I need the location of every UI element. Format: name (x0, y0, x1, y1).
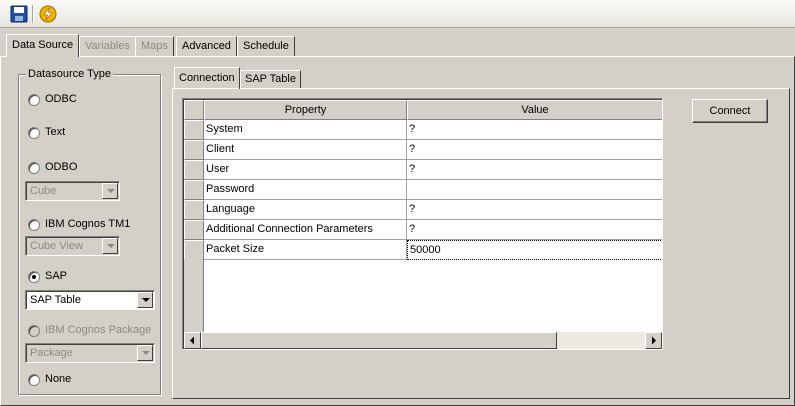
radio-tm1[interactable] (28, 219, 40, 231)
sap-combo[interactable]: SAP Table (25, 290, 155, 310)
chevron-down-icon[interactable] (102, 238, 118, 254)
value-cell-selected[interactable]: 50000 (407, 240, 662, 260)
value-cell[interactable]: ? (407, 160, 662, 180)
header-property[interactable]: Property (204, 100, 407, 120)
lightning-icon[interactable] (38, 4, 58, 24)
sap-combo-value: SAP Table (30, 294, 81, 306)
radio-sap[interactable] (28, 271, 40, 283)
row-header[interactable] (184, 240, 204, 260)
value-cell[interactable]: ? (407, 200, 662, 220)
header-value[interactable]: Value (407, 100, 662, 120)
label-tm1: IBM Cognos TM1 (45, 218, 131, 230)
radio-odbc[interactable] (28, 94, 40, 106)
value-cell[interactable] (407, 180, 662, 200)
arrow-right-icon (652, 336, 656, 345)
label-text: Text (45, 126, 66, 138)
package-combo-value: Package (30, 347, 73, 359)
scroll-left-button[interactable] (184, 332, 201, 349)
tab-variables[interactable]: Variables (79, 36, 137, 56)
chevron-down-icon[interactable] (137, 345, 153, 361)
horizontal-scrollbar[interactable] (184, 332, 662, 349)
label-sap: SAP (45, 270, 68, 282)
package-combo[interactable]: Package (25, 343, 155, 363)
datasource-type-title: Datasource Type (26, 68, 113, 80)
save-icon[interactable] (9, 4, 29, 24)
value-cell[interactable]: ? (407, 140, 662, 160)
label-none: None (45, 373, 72, 385)
tm1-combo-value: Cube View (30, 240, 83, 252)
arrow-left-icon (190, 336, 194, 345)
tm1-combo[interactable]: Cube View (25, 236, 120, 256)
radio-package[interactable] (28, 325, 40, 337)
radio-text[interactable] (28, 127, 40, 139)
chevron-down-icon[interactable] (102, 183, 118, 199)
row-header-empty-area (184, 259, 204, 332)
chevron-down-icon[interactable] (137, 292, 153, 308)
tab-maps[interactable]: Maps (135, 36, 174, 56)
row-header[interactable] (184, 220, 204, 240)
label-odbc: ODBC (45, 93, 77, 105)
property-cell[interactable]: Language (204, 200, 407, 220)
grid-corner (184, 100, 204, 120)
toolbar (0, 0, 795, 28)
property-grid[interactable]: Property Value System ? Client ? User ? … (182, 98, 663, 350)
row-header[interactable] (184, 160, 204, 180)
property-cell[interactable]: Packet Size (204, 240, 407, 260)
property-cell[interactable]: Password (204, 180, 407, 200)
row-header[interactable] (184, 200, 204, 220)
tab-data-source[interactable]: Data Source (6, 34, 80, 57)
radio-none[interactable] (28, 374, 40, 386)
property-cell[interactable]: System (204, 120, 407, 140)
odbo-combo-value: Cube (30, 185, 57, 197)
tab-sap-table[interactable]: SAP Table (240, 70, 301, 89)
value-cell[interactable]: ? (407, 120, 662, 140)
tab-advanced[interactable]: Advanced (176, 36, 237, 56)
connect-button[interactable]: Connect (692, 99, 768, 123)
row-header[interactable] (184, 140, 204, 160)
property-cell[interactable]: Additional Connection Parameters (204, 220, 407, 240)
toolbar-separator (32, 5, 34, 23)
scroll-thumb[interactable] (201, 332, 557, 349)
row-header[interactable] (184, 180, 204, 200)
odbo-combo[interactable]: Cube (25, 181, 120, 201)
tab-schedule[interactable]: Schedule (237, 36, 295, 56)
label-odbo: ODBO (45, 161, 78, 173)
row-header[interactable] (184, 120, 204, 140)
value-cell[interactable]: ? (407, 220, 662, 240)
label-package: IBM Cognos Package (45, 324, 152, 336)
property-cell[interactable]: Client (204, 140, 407, 160)
scroll-right-button[interactable] (645, 332, 662, 349)
tab-connection[interactable]: Connection (174, 67, 240, 89)
property-cell[interactable]: User (204, 160, 407, 180)
radio-odbo[interactable] (28, 162, 40, 174)
